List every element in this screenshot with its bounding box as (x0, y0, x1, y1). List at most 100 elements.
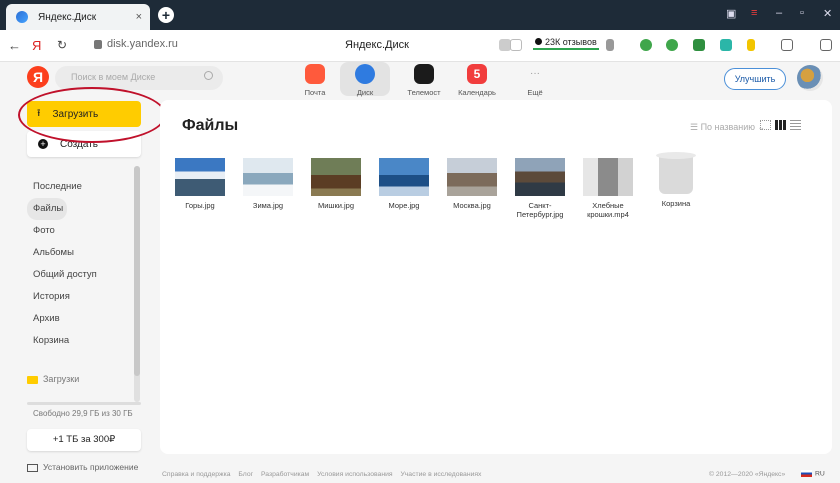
footer-link-developers[interactable]: Разработчикам (261, 471, 309, 478)
winter-thumbnail (243, 158, 293, 196)
service-label: Телемост (407, 88, 441, 97)
footer-link-help[interactable]: Справка и поддержка (162, 471, 231, 478)
install-app-link[interactable]: Установить приложение (27, 462, 138, 472)
folder-label: Загрузки (43, 374, 80, 384)
quota-bar (27, 402, 141, 405)
file-item[interactable]: Санкт-Петербург.jpg (513, 158, 567, 219)
video-thumbnail (583, 158, 633, 196)
notifications-icon[interactable]: ≡ (751, 7, 757, 19)
file-item[interactable]: Корзина (649, 152, 703, 219)
sidebar-nav: Последние Файлы Фото Альбомы Общий досту… (27, 176, 135, 352)
lock-icon (94, 39, 102, 49)
view-switcher (760, 120, 801, 130)
service-label: Календарь (458, 88, 496, 97)
sidebar: ⭱ Загрузить + Создать Последние Файлы Фо… (0, 100, 150, 483)
install-label: Установить приложение (43, 462, 139, 472)
sidebar-item-trash[interactable]: Корзина (27, 330, 135, 352)
page-heading: Файлы (182, 117, 239, 134)
translate-icon[interactable] (720, 39, 732, 51)
file-name: Зима.jpg (252, 201, 284, 210)
service-more[interactable]: ··· Ещё (510, 64, 560, 97)
sort-label: По названию (700, 122, 755, 132)
sidebar-scrollbar[interactable] (134, 166, 140, 402)
more-icon[interactable] (820, 39, 832, 51)
sidebar-item-photos[interactable]: Фото (27, 220, 135, 242)
search-icon[interactable] (204, 71, 213, 80)
file-grid: Горы.jpg Зима.jpg Мишки.jpg Море.jpg Мос… (173, 152, 717, 219)
extension-green-2-icon[interactable] (666, 39, 678, 51)
file-name: Корзина (661, 199, 691, 208)
sidebar-item-history[interactable]: История (27, 286, 135, 308)
shield-icon[interactable] (693, 39, 705, 51)
service-calendar[interactable]: 5 Календарь (452, 64, 502, 97)
extension-green-icon[interactable] (640, 39, 652, 51)
file-item[interactable]: Горы.jpg (173, 158, 227, 219)
sidebar-item-archive[interactable]: Архив (27, 308, 135, 330)
disk-favicon-icon (16, 11, 28, 23)
address-bar: ← Я ↻ disk.yandex.ru Яндекс.Диск 23К отз… (0, 30, 840, 62)
russia-flag-icon (801, 470, 812, 477)
file-item[interactable]: Москва.jpg (445, 158, 499, 219)
maximize-icon[interactable]: ▫ (800, 7, 804, 19)
sea-thumbnail (379, 158, 429, 196)
files-panel: Файлы ☰ По названию ⌄ Горы.jpg Зима.jpg … (160, 100, 832, 454)
footer-link-terms[interactable]: Условия использования (317, 471, 392, 478)
url-text: disk.yandex.ru (107, 38, 178, 50)
calendar-icon: 5 (467, 64, 487, 84)
spb-thumbnail (515, 158, 565, 196)
view-list-icon[interactable] (790, 120, 801, 130)
sort-dropdown[interactable]: ☰ По названию ⌄ (690, 122, 765, 133)
back-icon[interactable]: ← (8, 38, 21, 53)
footer-link-research[interactable]: Участие в исследованиях (400, 471, 481, 478)
reload-icon[interactable]: ↻ (57, 38, 67, 52)
service-disk[interactable]: Диск (340, 62, 390, 97)
avatar[interactable] (797, 65, 823, 91)
service-telemost[interactable]: Телемост (399, 64, 449, 97)
file-item[interactable]: Зима.jpg (241, 158, 295, 219)
bears-thumbnail (311, 158, 361, 196)
url-field[interactable]: disk.yandex.ru (94, 38, 178, 50)
file-name: Горы.jpg (185, 201, 215, 210)
file-item[interactable]: Хлебные крошки.mp4 (581, 158, 635, 219)
buy-storage-button[interactable]: +1 ТБ за 300₽ (27, 429, 141, 451)
language-switch[interactable]: RU (801, 470, 825, 477)
sidebar-item-files[interactable]: Файлы (27, 198, 67, 220)
upgrade-button[interactable]: Улучшить (724, 68, 786, 90)
close-tab-icon[interactable]: × (136, 11, 142, 23)
sidebar-item-shared[interactable]: Общий доступ (27, 264, 135, 286)
quota-text: Свободно 29,9 ГБ из 30 ГБ (33, 409, 133, 418)
yandex-home-icon[interactable]: Я (32, 38, 41, 53)
service-label: Почта (304, 88, 326, 97)
sidebar-item-albums[interactable]: Альбомы (27, 242, 135, 264)
file-name: Москва.jpg (453, 201, 491, 210)
highlight-circle (18, 87, 166, 143)
moscow-thumbnail (447, 158, 497, 196)
file-item[interactable]: Мишки.jpg (309, 158, 363, 219)
view-tiles-icon[interactable] (760, 120, 771, 130)
service-mail[interactable]: Почта (290, 64, 340, 97)
extension-yellow-icon[interactable] (747, 39, 755, 51)
yandex-logo-icon[interactable]: Я (27, 66, 49, 88)
sidebar-item-recent[interactable]: Последние (27, 176, 135, 198)
minimize-icon[interactable]: – (776, 7, 782, 19)
collections-icon[interactable] (781, 39, 793, 51)
share-icon[interactable] (510, 39, 522, 51)
page-title: Яндекс.Диск (345, 39, 409, 51)
sidebar-folder-downloads[interactable]: Загрузки (27, 374, 79, 384)
new-tab-button[interactable]: + (158, 7, 174, 23)
view-grid-icon[interactable] (775, 120, 786, 130)
reviews-text: 23К отзывов (545, 37, 597, 47)
scrollbar-thumb[interactable] (134, 166, 140, 376)
close-window-icon[interactable]: ✕ (823, 7, 832, 20)
footer-links: Справка и поддержка Блог Разработчикам У… (162, 471, 487, 478)
mail-icon (305, 64, 325, 84)
file-name: Санкт-Петербург.jpg (516, 201, 564, 219)
browser-tab[interactable]: Яндекс.Диск × (6, 4, 150, 30)
reviews-badge[interactable]: 23К отзывов (533, 37, 599, 50)
file-item[interactable]: Море.jpg (377, 158, 431, 219)
more-dots-icon: ··· (530, 68, 540, 79)
collections-icon[interactable]: ▣ (726, 7, 736, 20)
bookmark-icon[interactable] (606, 39, 614, 51)
mountains-thumbnail (175, 158, 225, 196)
footer-link-blog[interactable]: Блог (238, 471, 253, 478)
